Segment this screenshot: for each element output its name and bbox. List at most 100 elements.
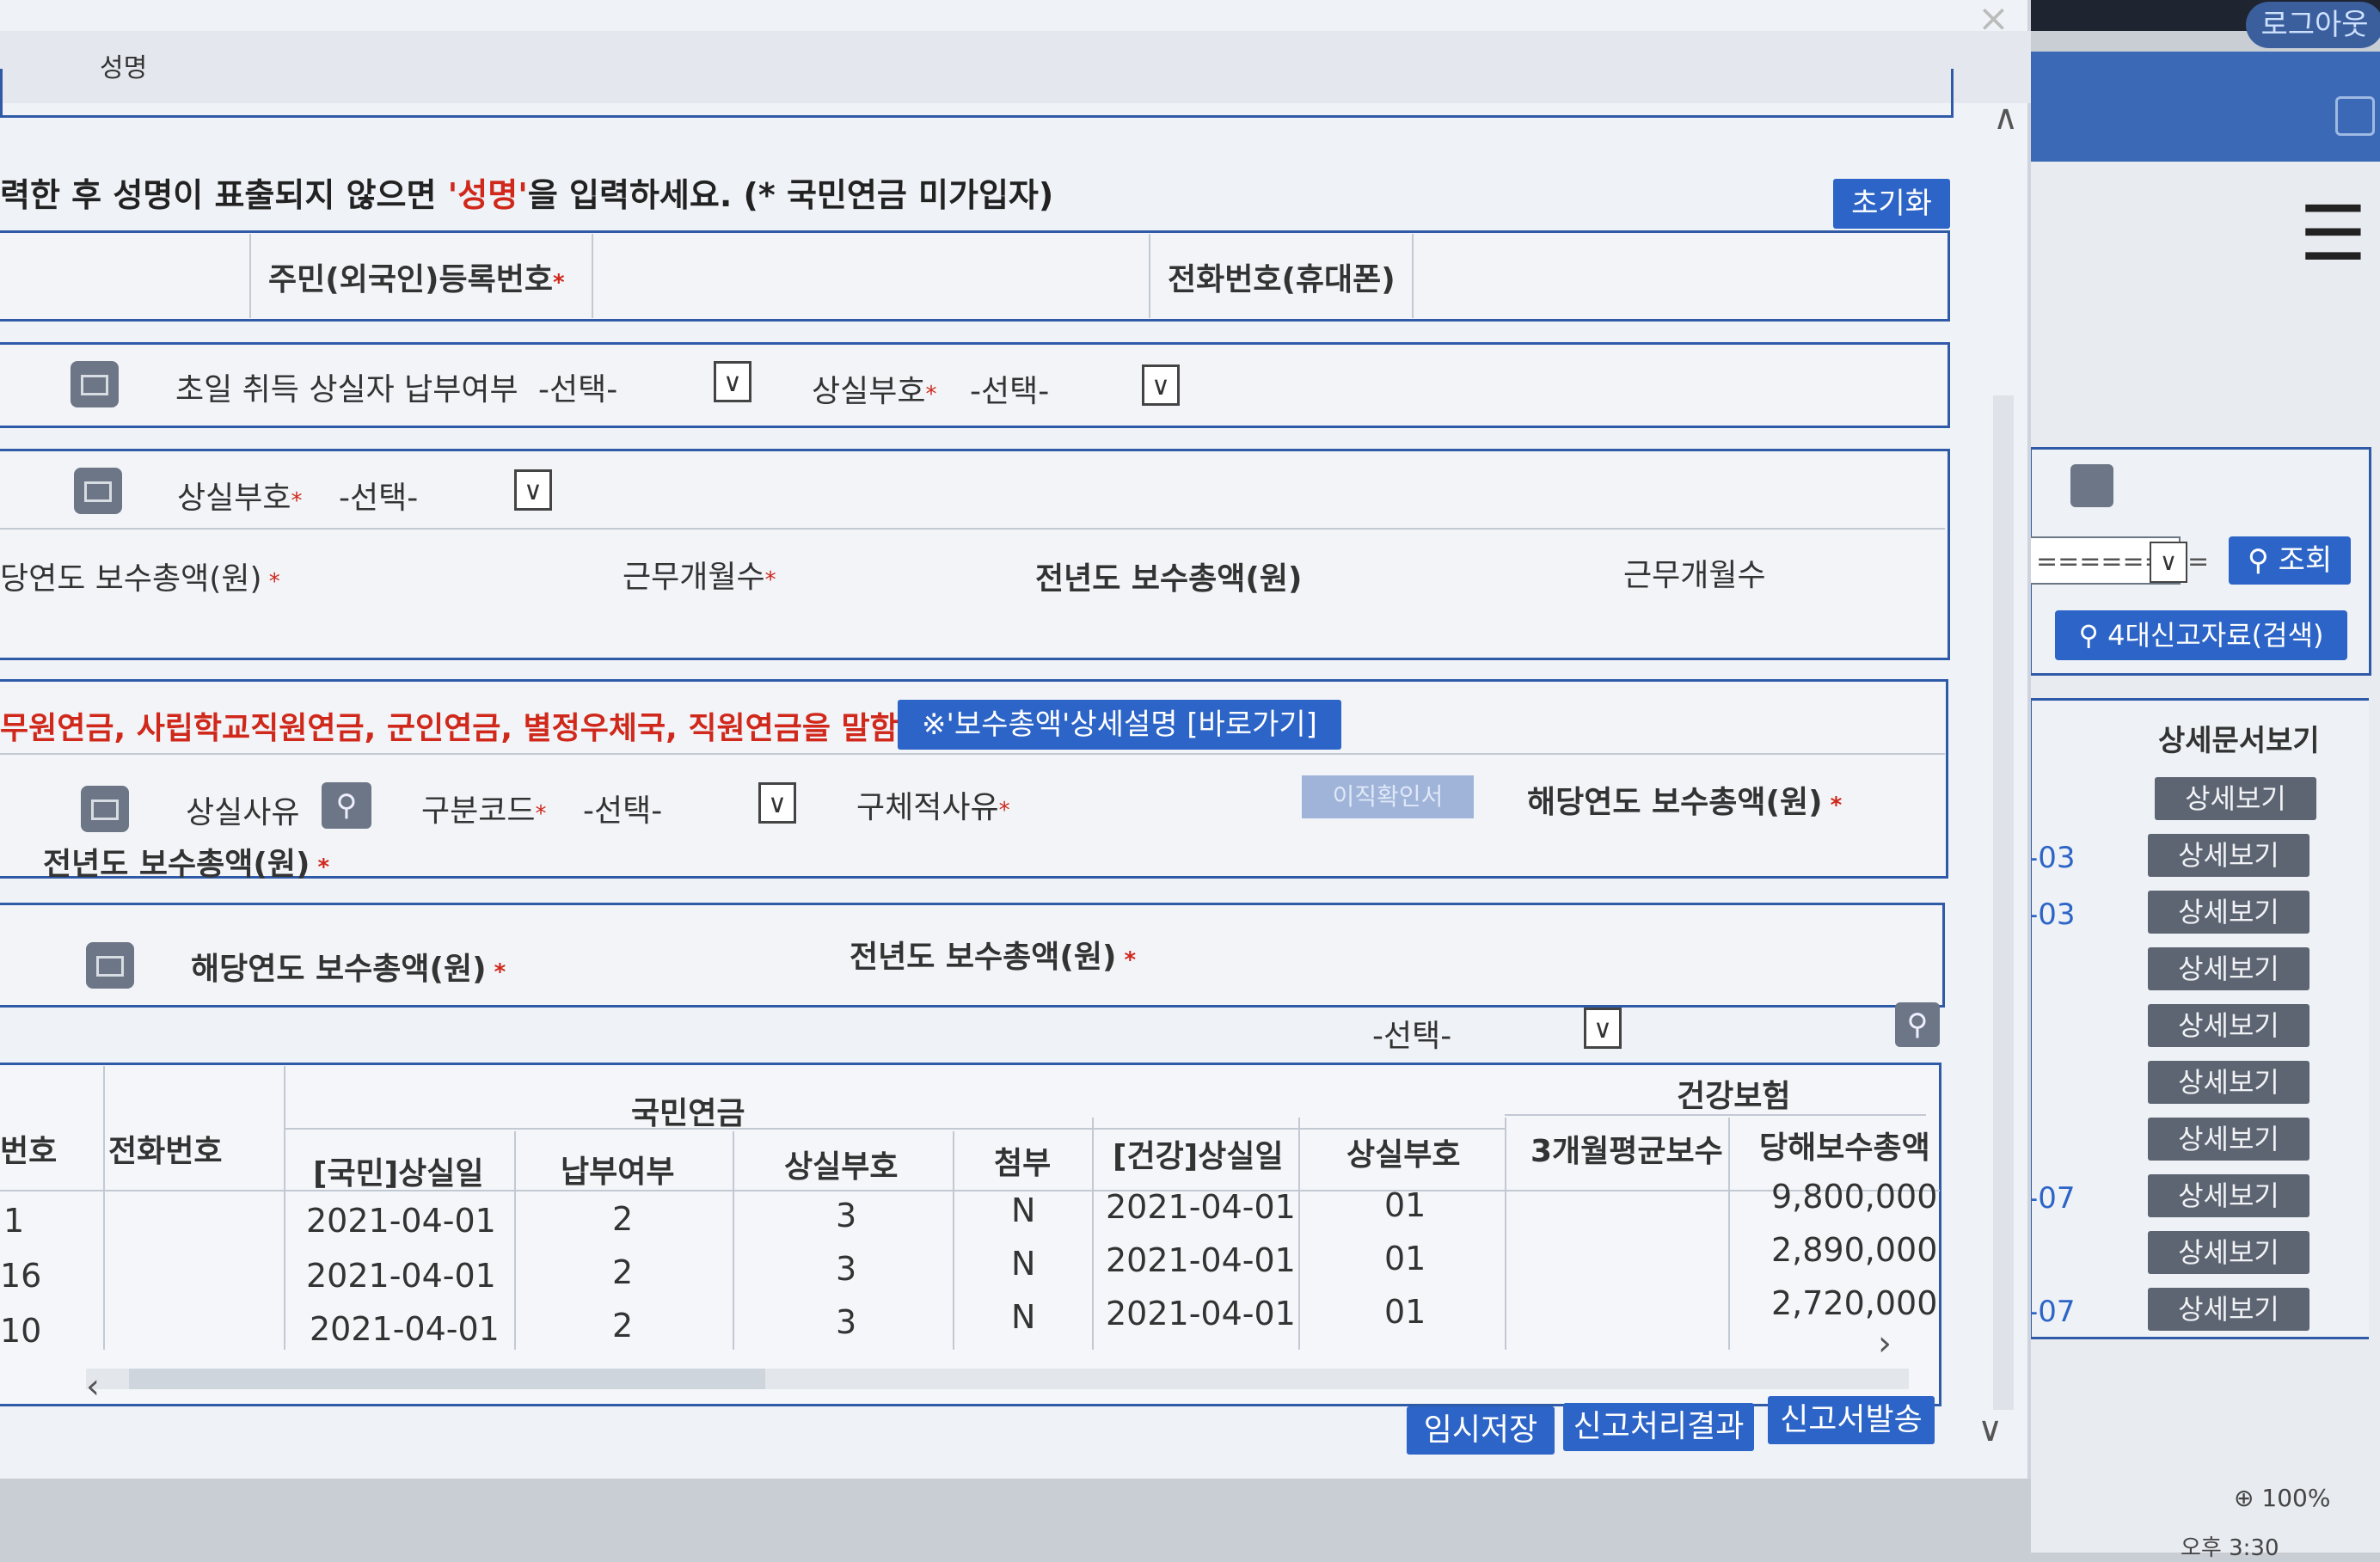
calendar-icon[interactable] [86,942,134,989]
loss-code-label: 상실부호* [177,473,302,518]
scroll-right-icon[interactable]: › [1878,1324,1892,1363]
filter-select[interactable]: -선택- [1372,1011,1451,1056]
hi-loss-code: 01 [1384,1186,1426,1224]
chevron-down-icon[interactable]: ∨ [758,782,796,824]
table-row[interactable] [0,1302,1940,1351]
reset-button[interactable]: 초기화 [1833,179,1950,229]
scrollbar-thumb[interactable] [129,1369,765,1389]
detail-view-button[interactable]: 상세보기 [2148,1004,2309,1047]
required-mark: * [998,798,1010,824]
year-pay-total: 2,720,000 [1771,1284,1938,1322]
clock: 오후 3:30 [2181,1535,2279,1561]
name-input-box[interactable] [0,69,1954,118]
hi-loss-code: 01 [1384,1293,1426,1331]
np-loss-date: 2021-04-01 [310,1310,500,1348]
loss-code-label-text: 상실부호 [177,481,291,516]
notice-highlight: '성명' [447,176,528,214]
hi-loss-date: 2021-04-01 [1106,1241,1296,1279]
rrn-input[interactable] [598,241,1140,313]
calendar-icon[interactable] [81,786,129,832]
phone-input[interactable] [1419,241,1943,313]
pay-total-detail-link[interactable]: ※'보수총액'상세설명 [바로가기] [898,700,1341,750]
vertical-scrollbar[interactable] [1993,395,2014,1410]
notice-text-tail: 을 입력하세요. (* 국민연금 미가입자) [527,176,1054,214]
detail-view-button[interactable]: 상세보기 [2148,1231,2309,1274]
required-mark: * [310,855,330,880]
search-button[interactable]: ⚲ 조회 [2229,536,2351,585]
search-4dae-button[interactable]: ⚲ 4대신고자료(검색) [2055,610,2347,660]
search-icon[interactable]: ⚲ [322,782,371,829]
divider [0,528,1945,530]
year-pay-total: 9,800,000 [1771,1178,1938,1216]
chevron-down-icon[interactable]: ∨ [714,361,751,402]
detail-view-button[interactable]: 상세보기 [2155,777,2316,820]
detail-view-button[interactable]: 상세보기 [2148,1118,2309,1161]
attach-flag: N [1011,1191,1036,1229]
detail-view-button[interactable]: 상세보기 [2148,1061,2309,1104]
paid-flag: 2 [612,1200,634,1238]
temp-save-button[interactable]: 임시저장 [1407,1406,1555,1455]
column-header: 3개월평균보수 [1530,1134,1723,1169]
rrn-label: 주민(외국인)등록번호* [268,254,565,299]
loss-reason-text: 상실사유 [186,795,300,830]
calendar-icon[interactable] [2070,464,2113,507]
window-icon[interactable] [2335,96,2375,136]
category-code-select[interactable]: -선택- [583,786,662,830]
scroll-left-icon[interactable]: ‹ [86,1367,100,1406]
year-pay-total: 2,890,000 [1771,1231,1938,1269]
date-fragment: -07 [2027,1181,2076,1216]
divider [1505,1114,1926,1116]
category-code-text: 구분코드 [421,793,536,829]
menu-icon[interactable]: ☰ [2299,196,2367,272]
divider [284,1128,1505,1130]
search-label: 조회 [2278,543,2333,578]
detail-view-button[interactable]: 상세보기 [2148,947,2309,990]
loss-code-select[interactable]: -선택- [339,473,418,518]
cur-year-total-text: 해당연도 보수총액(원) [191,952,487,987]
first-day-select[interactable]: -선택- [538,364,617,409]
np-loss-date: 2021-04-01 [306,1202,496,1240]
scroll-down-icon[interactable]: ∨ [1978,1410,2003,1449]
work-months-text: 근무개월수 [623,560,765,595]
first-day-label: 초일 취득 상실자 납부여부 [175,372,518,407]
attach-flag: N [1011,1245,1036,1283]
pension-notice: 무원연금, 사립학교직원연금, 군인연금, 별정우체국, 직원연금을 말함. [0,711,911,746]
prev-year-total-label: 전년도 보수총액(원) * [43,839,329,884]
table-row[interactable] [0,1195,1940,1245]
loss-code-select[interactable]: -선택- [970,366,1049,411]
required-mark: * [553,270,565,296]
chevron-down-icon[interactable]: ∨ [1142,364,1180,406]
detail-view-button[interactable]: 상세보기 [2148,834,2309,877]
table-row[interactable] [0,1248,1940,1298]
calendar-icon[interactable] [74,468,122,514]
detail-view-button[interactable]: 상세보기 [2148,891,2309,934]
column-header: 번호 [0,1134,58,1169]
detail-view-button[interactable]: 상세보기 [2148,1288,2309,1331]
cur-year-total-label: 해당연도 보수총액(원) * [1527,777,1842,822]
column-header: 상실부호 [784,1149,899,1185]
divider [1412,234,1414,318]
column-header: 상실부호 [1346,1137,1461,1173]
prev-year-total-text: 전년도 보수총액(원) [43,847,310,882]
separation-confirm-button[interactable]: 이직확인서 [1302,775,1474,818]
chevron-down-icon[interactable]: ∨ [2150,542,2187,583]
hi-loss-code: 01 [1384,1240,1426,1277]
divider [592,234,593,318]
column-header: 납부여부 [561,1155,675,1190]
specific-reason-text: 구체적사유 [856,790,999,825]
np-loss-code: 3 [836,1303,857,1341]
health-group-header: 건강보험 [1677,1079,1791,1114]
chevron-down-icon[interactable]: ∨ [514,469,552,511]
chevron-down-icon[interactable]: ∨ [1584,1008,1622,1049]
search-icon[interactable]: ⚲ [1895,1002,1940,1047]
close-icon[interactable]: × [1978,0,2009,40]
calendar-icon[interactable] [71,361,119,407]
detail-view-button[interactable]: 상세보기 [2148,1174,2309,1217]
zoom-level[interactable]: ⊕ 100% [2234,1484,2330,1512]
prev-year-total-label: 전년도 보수총액(원) [1035,561,1303,597]
send-report-button[interactable]: 신고서발송 [1768,1396,1935,1444]
logout-button[interactable]: 로그아웃 [2246,2,2380,48]
scroll-up-icon[interactable]: ∧ [1993,98,2018,138]
report-result-button[interactable]: 신고처리결과 [1563,1403,1754,1451]
required-mark: * [1822,793,1843,818]
